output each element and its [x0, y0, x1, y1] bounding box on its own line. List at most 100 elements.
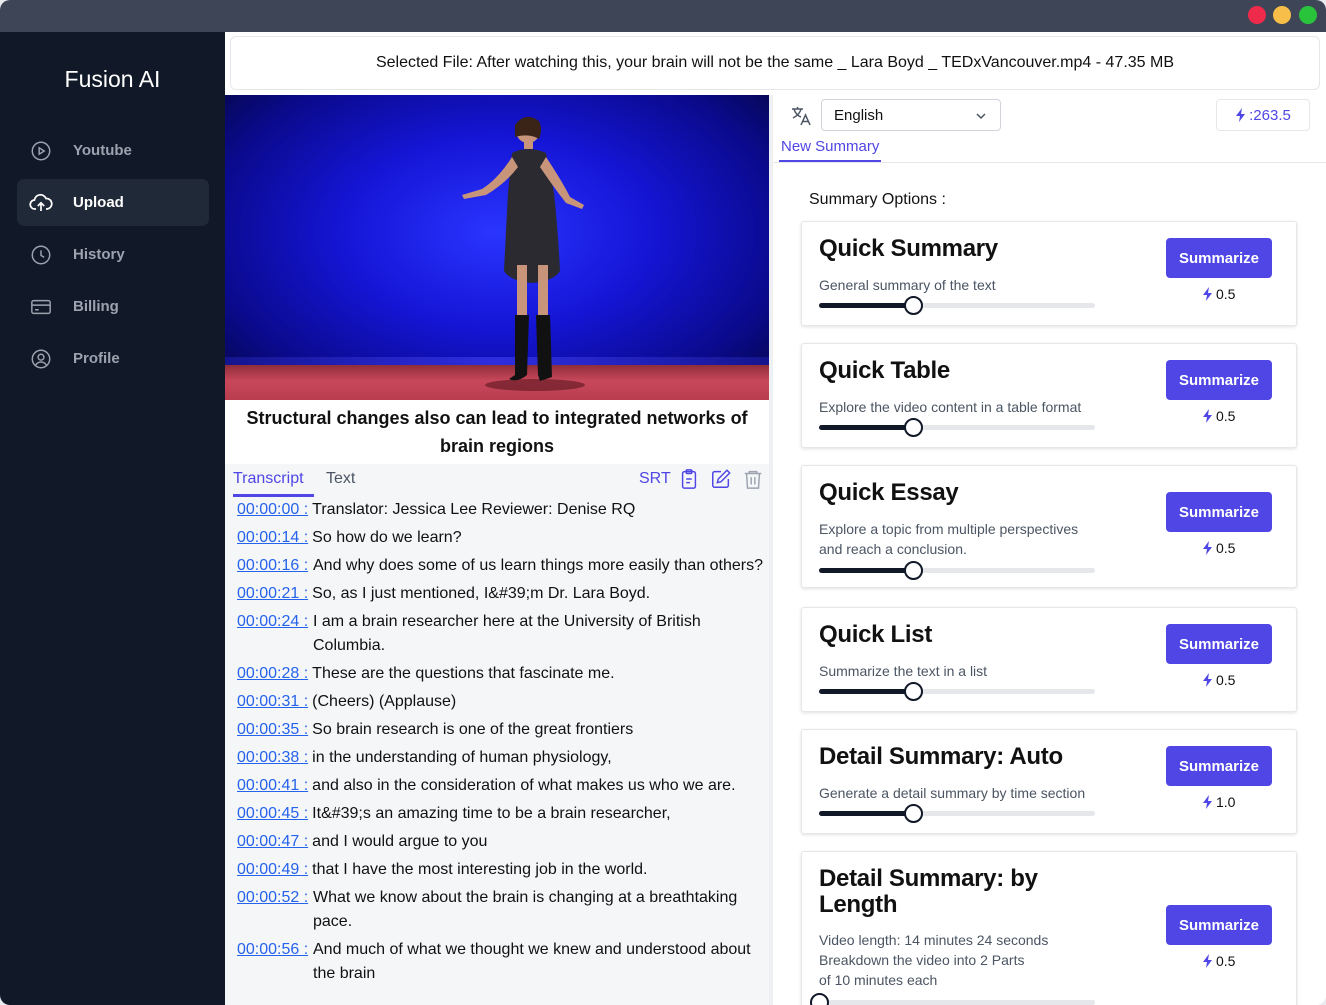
app-brand: Fusion AI — [64, 66, 161, 92]
detail-slider[interactable] — [819, 296, 1095, 315]
transcript-row: 00:00:00 : Translator: Jessica Lee Review… — [225, 498, 769, 522]
transcript-text: So brain research is one of the great fr… — [312, 721, 634, 738]
timestamp-link[interactable]: 00:00:47 : — [237, 830, 308, 854]
timestamp-link[interactable]: 00:00:49 : — [237, 858, 308, 882]
timestamp-link[interactable]: 00:00:28 : — [237, 662, 308, 686]
tab-transcript[interactable]: Transcript — [233, 470, 304, 488]
summarize-button[interactable]: Summarize — [1166, 624, 1272, 664]
card-title: Detail Summary: by Length — [819, 865, 1038, 918]
transcript-text: It&#39;s an amazing time to be a brain r… — [312, 805, 671, 822]
cost-value: 0.5 — [1216, 540, 1236, 556]
sidebar: Fusion AI Youtube Upload History Billing — [0, 32, 225, 1005]
summarize-button[interactable]: Summarize — [1166, 905, 1272, 945]
maximize-window-button[interactable] — [1299, 6, 1317, 24]
summary-card-detail-auto: Detail Summary: Auto Generate a detail s… — [801, 729, 1297, 834]
transcript-text: Translator: Jessica Lee Reviewer: Denise… — [312, 501, 636, 518]
transcript-row: 00:00:14 : So how do we learn? — [225, 526, 769, 550]
slider-thumb[interactable] — [903, 682, 923, 701]
sidebar-item-upload[interactable]: Upload — [17, 179, 209, 226]
transcript-list: 00:00:00 : Translator: Jessica Lee Review… — [225, 498, 769, 1005]
cost-value: 0.5 — [1216, 286, 1236, 302]
transcript-row: 00:00:24 :I am a brain researcher here a… — [225, 610, 769, 658]
timestamp-link[interactable]: 00:00:45 : — [237, 802, 308, 826]
timestamp-link[interactable]: 00:00:14 : — [237, 526, 308, 550]
video-player[interactable] — [225, 95, 769, 400]
timestamp-link[interactable]: 00:00:52 : — [237, 886, 309, 934]
card-description: Generate a detail summary by time sectio… — [819, 785, 1086, 801]
bolt-icon — [1203, 954, 1212, 968]
sidebar-item-billing[interactable]: Billing — [17, 283, 209, 330]
card-title: Quick Summary — [819, 235, 998, 262]
transcript-row: 00:00:45 : It&#39;s an amazing time to be… — [225, 802, 769, 826]
cost-label: 0.5 — [1202, 540, 1235, 556]
sidebar-item-history[interactable]: History — [17, 231, 209, 278]
tab-text[interactable]: Text — [326, 470, 355, 488]
summarize-button[interactable]: Summarize — [1166, 238, 1272, 278]
timestamp-link[interactable]: 00:00:41 : — [237, 774, 308, 798]
play-circle-icon — [29, 139, 53, 163]
bolt-icon — [1203, 541, 1212, 555]
slider-thumb[interactable] — [810, 993, 829, 1005]
edit-icon[interactable] — [710, 468, 732, 490]
cost-value: 1.0 — [1216, 794, 1236, 810]
timestamp-link[interactable]: 00:00:56 : — [237, 938, 309, 986]
timestamp-link[interactable]: 00:00:21 : — [237, 582, 308, 606]
language-select[interactable]: English — [821, 99, 1001, 131]
bolt-icon — [1203, 287, 1212, 301]
timestamp-link[interactable]: 00:00:16 : — [237, 554, 309, 578]
cost-label: 0.5 — [1202, 286, 1235, 302]
detail-slider[interactable] — [819, 418, 1095, 437]
card-title: Quick Essay — [819, 479, 959, 506]
sidebar-item-youtube[interactable]: Youtube — [17, 127, 209, 174]
timestamp-link[interactable]: 00:00:35 : — [237, 718, 308, 742]
summary-card-quick-summary: Quick Summary General summary of the tex… — [801, 221, 1297, 326]
card-description: General summary of the text — [819, 277, 996, 293]
slider-thumb[interactable] — [903, 561, 923, 580]
copy-icon[interactable] — [678, 468, 700, 490]
cost-label: 0.5 — [1202, 672, 1235, 688]
slider-thumb[interactable] — [903, 418, 923, 437]
transcript-row: 00:00:28 : These are the questions that f… — [225, 662, 769, 686]
sidebar-item-label: Youtube — [73, 142, 132, 159]
timestamp-link[interactable]: 00:00:24 : — [237, 610, 309, 658]
trash-icon[interactable] — [742, 468, 764, 490]
slider-fill — [819, 303, 913, 308]
minimize-window-button[interactable] — [1273, 6, 1291, 24]
detail-slider[interactable] — [819, 682, 1095, 701]
summarize-button[interactable]: Summarize — [1166, 746, 1272, 786]
detail-slider[interactable] — [810, 993, 1095, 1005]
timestamp-link[interactable]: 00:00:00 : — [237, 498, 308, 522]
close-window-button[interactable] — [1248, 6, 1266, 24]
tab-new-summary[interactable]: New Summary — [781, 138, 879, 155]
transcript-row: 00:00:35 : So brain research is one of th… — [225, 718, 769, 742]
transcript-row: 00:00:56 : And much of what we thought we… — [225, 938, 769, 986]
card-description: Explore the video content in a table for… — [819, 399, 1082, 415]
detail-slider[interactable] — [819, 804, 1095, 823]
transcript-row: 00:00:21 : So, as I just mentioned, I&#39… — [225, 582, 769, 606]
sidebar-item-label: Profile — [73, 350, 120, 367]
card-title: Quick List — [819, 621, 933, 648]
cost-value: 0.5 — [1216, 672, 1236, 688]
cost-value: 0.5 — [1216, 953, 1236, 969]
tabs-divider — [773, 162, 1326, 163]
detail-slider[interactable] — [819, 561, 1095, 580]
transcript-tabs: Transcript Text SRT — [225, 464, 769, 498]
cost-label: 0.5 — [1202, 408, 1235, 424]
card-description: Explore a topic from multiple perspectiv… — [819, 521, 1079, 537]
slider-thumb[interactable] — [903, 804, 923, 823]
speaker-figure — [462, 116, 585, 391]
summarize-button[interactable]: Summarize — [1166, 492, 1272, 532]
transcript-text: And why does some of us learn things mor… — [313, 557, 764, 574]
slider-fill — [819, 811, 913, 816]
summarize-button[interactable]: Summarize — [1166, 360, 1272, 400]
card-description: Summarize the text in a list — [819, 663, 988, 679]
timestamp-link[interactable]: 00:00:38 : — [237, 746, 308, 770]
sidebar-item-profile[interactable]: Profile — [17, 335, 209, 382]
timestamp-link[interactable]: 00:00:31 : — [237, 690, 308, 714]
srt-button[interactable]: SRT — [639, 470, 671, 488]
summary-card-quick-essay: Quick Essay Explore a topic from multipl… — [801, 465, 1297, 588]
card-title: Detail Summary: Auto — [819, 743, 1063, 770]
transcript-text: I am a brain researcher here at the Univ… — [313, 613, 701, 654]
cloud-upload-icon — [29, 191, 53, 215]
slider-thumb[interactable] — [903, 296, 923, 315]
